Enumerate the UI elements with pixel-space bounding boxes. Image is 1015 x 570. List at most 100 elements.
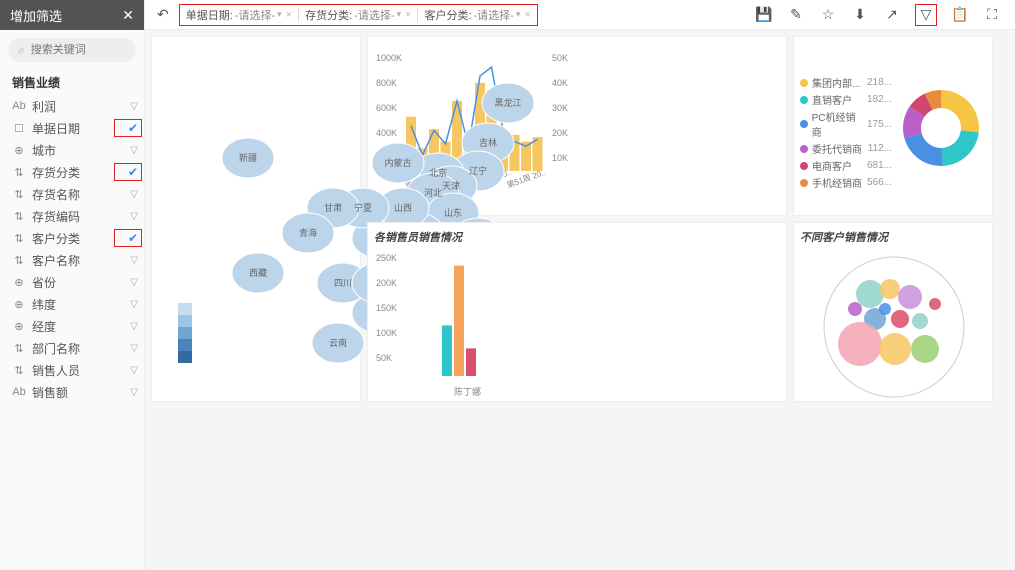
bubble[interactable] — [929, 298, 941, 310]
fullscreen-icon[interactable]: ⛶ — [983, 6, 1001, 24]
field-type-icon: Ab — [12, 385, 26, 399]
search-input[interactable] — [29, 43, 126, 57]
tree-item[interactable]: ⊕城市▽ — [12, 139, 138, 161]
bubble[interactable] — [898, 285, 922, 309]
chevron-down-icon: ▽ — [130, 299, 138, 310]
tree-item[interactable]: ⇅存货分类✔ — [12, 161, 138, 183]
field-type-icon: ⇅ — [12, 187, 26, 201]
field-label: 销售人员 — [32, 362, 80, 379]
tree-item[interactable]: ⇅客户分类✔ — [12, 227, 138, 249]
field-label: 部门名称 — [32, 340, 80, 357]
field-type-icon: ⇅ — [12, 363, 26, 377]
bubble[interactable] — [856, 280, 884, 308]
tree-item[interactable]: ⊕纬度▽ — [12, 293, 138, 315]
chevron-down-icon: ▾ — [277, 9, 282, 20]
bubbles-title: 不同客户销售情况 — [800, 229, 986, 245]
legend-value: 175... — [867, 119, 892, 130]
chevron-down-icon: ▽ — [130, 101, 138, 112]
legend-value: 218... — [867, 77, 892, 88]
search-box[interactable]: ⌕ — [8, 38, 136, 62]
chart2-title: 各销售员销售情况 — [374, 229, 780, 245]
province-label: 西藏 — [249, 267, 267, 278]
tree-item[interactable]: ⊕省份▽ — [12, 271, 138, 293]
close-icon[interactable]: × — [405, 9, 411, 21]
legend-item[interactable]: 手机经销商566... — [800, 175, 892, 190]
tree-item[interactable]: ⊕经度▽ — [12, 315, 138, 337]
close-icon[interactable]: ✕ — [122, 7, 134, 24]
legend-value: 182... — [867, 94, 892, 105]
legend-item[interactable]: 集团内部...218... — [800, 75, 892, 90]
edit-icon[interactable]: ✎ — [787, 6, 805, 24]
donut-chart — [896, 43, 986, 203]
bubble[interactable] — [891, 310, 909, 328]
province-label: 吉林 — [479, 137, 497, 148]
province-label: 北京 — [429, 167, 447, 178]
svg-text:陈丁娜: 陈丁娜 — [454, 386, 481, 397]
check-icon: ✔ — [128, 231, 138, 245]
back-icon[interactable]: ↶ — [153, 6, 173, 23]
chevron-down-icon: ▾ — [396, 9, 401, 20]
bubble[interactable] — [848, 302, 862, 316]
star-icon[interactable]: ☆ — [819, 6, 837, 24]
tree-item[interactable]: Ab利润▽ — [12, 95, 138, 117]
bubble[interactable] — [879, 333, 911, 365]
filter-chip[interactable]: 单据日期:-请选择-▾× — [182, 7, 296, 23]
chevron-down-icon: ▽ — [130, 145, 138, 156]
tree-item[interactable]: ⇅客户名称▽ — [12, 249, 138, 271]
tree-item[interactable]: ⇅部门名称▽ — [12, 337, 138, 359]
province-label: 山西 — [394, 203, 412, 213]
check-icon: ✔ — [128, 121, 138, 135]
province-label: 宁夏 — [354, 202, 372, 213]
bubble[interactable] — [879, 303, 891, 315]
tree-item[interactable]: ☐单据日期✔ — [12, 117, 138, 139]
legend-item[interactable]: 委托代销商112... — [800, 141, 892, 156]
chevron-down-icon: ▽ — [130, 387, 138, 398]
legend-dot-icon — [800, 162, 808, 170]
share-icon[interactable]: ↗ — [883, 6, 901, 24]
legend-item[interactable]: 直销客户182... — [800, 92, 892, 107]
bubble[interactable] — [911, 335, 939, 363]
legend-value: 681... — [867, 160, 892, 171]
card-map[interactable]: 黑龙江吉林辽宁北京天津河北内蒙古山东江苏上海浙江福建台湾澳门广东广西海南云南贵州… — [151, 36, 361, 402]
chevron-down-icon: ✔ — [128, 165, 138, 179]
svg-text:50K: 50K — [376, 353, 392, 363]
check-icon: ✔ — [128, 165, 138, 179]
save-icon[interactable]: 💾 — [755, 6, 773, 24]
tree-item[interactable]: ⇅销售人员▽ — [12, 359, 138, 381]
province-label: 青海 — [299, 227, 317, 238]
field-label: 单据日期 — [32, 120, 80, 137]
card-donut[interactable]: 集团内部...218... 直销客户182... PC机经销商175... 委托代销商… — [793, 36, 993, 216]
tree-item[interactable]: Ab 销售额 ▽ — [12, 381, 138, 403]
province-label: 河北 — [424, 187, 442, 198]
bubble[interactable] — [838, 322, 882, 366]
clipboard-icon[interactable]: 📋 — [951, 6, 969, 24]
export-icon[interactable]: ⬇ — [851, 6, 869, 24]
legend-item[interactable]: PC机经销商175... — [800, 109, 892, 139]
filter-chip[interactable]: 客户分类:-请选择-▾× — [420, 7, 534, 23]
field-type-icon: ⇅ — [12, 209, 26, 223]
chevron-down-icon: ▽ — [130, 321, 138, 332]
province-label: 四川 — [334, 278, 352, 288]
filter-chip[interactable]: 存货分类:-请选择-▾× — [301, 7, 415, 23]
field-tree: Ab利润▽☐单据日期✔⊕城市▽⇅存货分类✔⇅存货名称▽⇅存货编码▽⇅客户分类✔⇅… — [0, 95, 144, 403]
field-label: 省份 — [32, 274, 56, 291]
tree-item[interactable]: ⇅存货名称▽ — [12, 183, 138, 205]
field-label: 纬度 — [32, 296, 56, 313]
card-bubbles[interactable]: 不同客户销售情况 — [793, 222, 993, 402]
legend-dot-icon — [800, 120, 808, 128]
chevron-down-icon: ▽ — [130, 277, 138, 288]
chevron-down-icon: ▽ — [130, 255, 138, 266]
bubble[interactable] — [880, 279, 900, 299]
field-type-icon: ⇅ — [12, 231, 26, 245]
filter-value: -请选择- — [235, 7, 275, 23]
card-salesperson[interactable]: 各销售员销售情况 250K200K150K100K50K 陈丁娜 — [367, 222, 787, 402]
close-icon[interactable]: × — [524, 9, 530, 21]
field-label: 销售额 — [32, 384, 68, 401]
legend-value: 112... — [868, 143, 892, 154]
chevron-down-icon: ▽ — [130, 189, 138, 200]
tree-item[interactable]: ⇅存货编码▽ — [12, 205, 138, 227]
legend-item[interactable]: 电商客户681... — [800, 158, 892, 173]
bubble[interactable] — [912, 313, 928, 329]
close-icon[interactable]: × — [286, 9, 292, 21]
filter-icon[interactable]: ▽ — [915, 4, 937, 26]
